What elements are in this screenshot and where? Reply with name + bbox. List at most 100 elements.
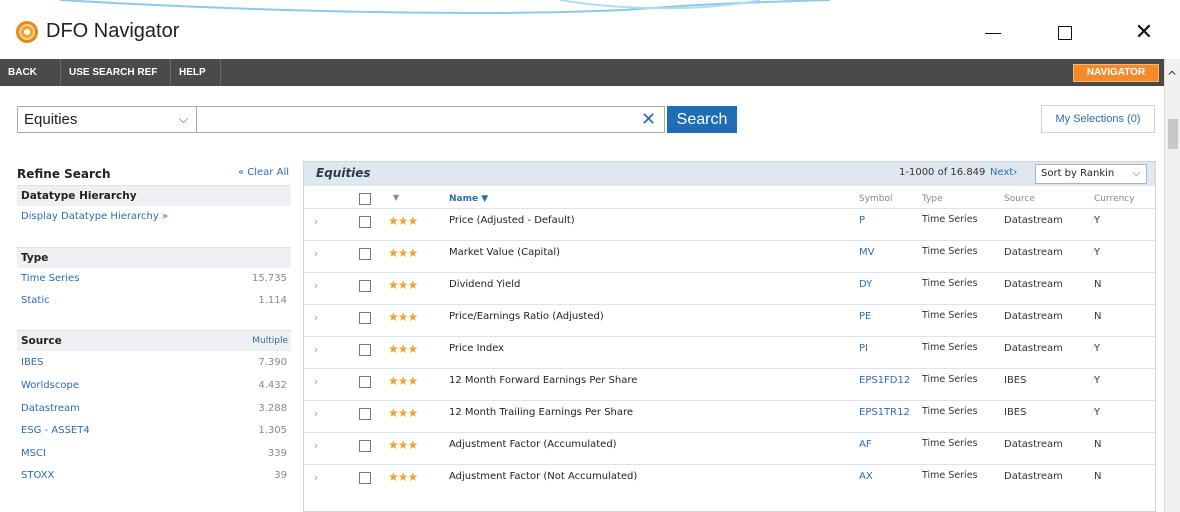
filter-worldscope[interactable]: Worldscope (21, 380, 79, 391)
row-name[interactable]: Price (Adjusted - Default) (449, 215, 575, 226)
rating-stars-icon: ★★★ (388, 214, 418, 228)
row-name[interactable]: Price/Earnings Ratio (Adjusted) (449, 311, 604, 322)
clear-all-link[interactable]: « Clear All (238, 167, 289, 178)
list-item[interactable]: Datastream 3.288 (17, 399, 291, 421)
row-symbol[interactable]: AF (859, 439, 872, 450)
my-selections-button[interactable]: My Selections (0) (1041, 105, 1155, 133)
filter-datastream[interactable]: Datastream (21, 403, 80, 414)
expand-row-icon[interactable]: › (314, 215, 318, 228)
table-row[interactable]: › ★★★ Price Index PI Time Series Datastream Y (304, 336, 1155, 367)
row-symbol[interactable]: EPS1FD12 (859, 375, 910, 386)
expand-row-icon[interactable]: › (314, 343, 318, 356)
row-name[interactable]: Adjustment Factor (Not Accumulated) (449, 471, 637, 482)
expand-row-icon[interactable]: › (314, 247, 318, 260)
row-name[interactable]: Dividend Yield (449, 279, 520, 290)
row-type: Time Series (922, 438, 978, 449)
table-row[interactable]: › ★★★ Dividend Yield DY Time Series Datastrea… (304, 272, 1155, 303)
row-name[interactable]: Price Index (449, 343, 504, 354)
vertical-scrollbar[interactable]: ^ (1164, 59, 1180, 512)
table-row[interactable]: › ★★★ Price (Adjusted - Default) P Time Seri… (304, 208, 1155, 239)
row-source: IBES (1004, 407, 1027, 418)
list-item[interactable]: Time Series 15.735 (17, 269, 291, 291)
list-item[interactable]: IBES 7.390 (17, 353, 291, 375)
row-checkbox[interactable] (359, 440, 371, 452)
window-title: DFO Navigator (46, 20, 180, 42)
section-type-label: Type (21, 252, 49, 264)
table-row[interactable]: › ★★★ 12 Month Forward Earnings Per Share E… (304, 368, 1155, 399)
results-header: Equities 1-1000 of 16.849 Next› Sort by … (304, 162, 1155, 186)
filter-time-series[interactable]: Time Series (21, 273, 79, 284)
row-type: Time Series (922, 342, 978, 353)
select-all-checkbox[interactable] (359, 193, 371, 205)
row-symbol[interactable]: DY (859, 279, 872, 290)
filter-static[interactable]: Static (21, 295, 50, 306)
row-checkbox[interactable] (359, 248, 371, 260)
search-button[interactable]: Search (667, 106, 737, 133)
list-item[interactable]: ESG - ASSET4 1.305 (17, 421, 291, 443)
expand-row-icon[interactable]: › (314, 471, 318, 484)
table-row[interactable]: › ★★★ 12 Month Trailing Earnings Per Share… (304, 400, 1155, 431)
row-checkbox[interactable] (359, 216, 371, 228)
expand-row-icon[interactable]: › (314, 407, 318, 420)
list-item[interactable]: Worldscope 4.432 (17, 376, 291, 398)
minimize-button[interactable] (975, 16, 1011, 50)
filter-stoxx[interactable]: STOXX (21, 470, 54, 481)
display-hierarchy-link[interactable]: Display Datatype Hierarchy » (21, 211, 168, 222)
name-column-header[interactable]: Name ▼ (449, 194, 488, 204)
expand-row-icon[interactable]: › (314, 311, 318, 324)
multiple-link[interactable]: Multiple (252, 331, 288, 351)
row-symbol[interactable]: MV (859, 247, 874, 258)
maximize-button[interactable] (1047, 16, 1083, 50)
row-name[interactable]: 12 Month Forward Earnings Per Share (449, 375, 637, 386)
help-button[interactable]: HELP (171, 59, 221, 86)
sort-dropdown[interactable]: Sort by Rankin ⌵ (1035, 164, 1147, 184)
section-type: Type (17, 247, 291, 268)
refine-search-panel: Refine Search « Clear All Datatype Hiera… (17, 160, 291, 512)
list-item[interactable]: STOXX 39 (17, 466, 291, 488)
next-page-link[interactable]: Next› (990, 167, 1017, 178)
row-source: Datastream (1004, 311, 1063, 322)
expand-row-icon[interactable]: › (314, 439, 318, 452)
use-search-ref-button[interactable]: USE SEARCH REF (61, 59, 171, 86)
back-button[interactable]: BACK (0, 59, 61, 86)
list-item[interactable]: Display Datatype Hierarchy » (17, 207, 291, 229)
row-checkbox[interactable] (359, 472, 371, 484)
table-row[interactable]: › ★★★ Adjustment Factor (Not Accumulated) A… (304, 464, 1155, 495)
category-dropdown[interactable]: Equities ⌵ (17, 106, 197, 133)
row-symbol[interactable]: AX (859, 471, 873, 482)
filter-esg-asset4[interactable]: ESG - ASSET4 (21, 425, 90, 436)
filter-ibes[interactable]: IBES (21, 357, 43, 368)
clear-search-icon[interactable]: ✕ (641, 107, 656, 132)
row-checkbox[interactable] (359, 408, 371, 420)
scroll-thumb[interactable] (1168, 119, 1178, 149)
table-row[interactable]: › ★★★ Market Value (Capital) MV Time Series D… (304, 240, 1155, 271)
section-source-label: Source (21, 335, 62, 347)
expand-row-icon[interactable]: › (314, 375, 318, 388)
row-name[interactable]: Market Value (Capital) (449, 247, 560, 258)
row-name[interactable]: 12 Month Trailing Earnings Per Share (449, 407, 633, 418)
row-currency: Y (1094, 407, 1101, 418)
row-name[interactable]: Adjustment Factor (Accumulated) (449, 439, 617, 450)
expand-row-icon[interactable]: › (314, 279, 318, 292)
filter-count: 1.114 (258, 295, 287, 306)
row-checkbox[interactable] (359, 376, 371, 388)
table-row[interactable]: › ★★★ Price/Earnings Ratio (Adjusted) PE Tim… (304, 304, 1155, 335)
table-row[interactable]: › ★★★ Adjustment Factor (Accumulated) AF Tim… (304, 432, 1155, 463)
section-datatype-hierarchy: Datatype Hierarchy (17, 185, 291, 206)
rating-stars-icon: ★★★ (388, 374, 418, 388)
row-symbol[interactable]: P (859, 215, 865, 226)
row-checkbox[interactable] (359, 344, 371, 356)
scroll-up-icon[interactable]: ^ (1167, 69, 1177, 83)
row-symbol[interactable]: EPS1TR12 (859, 407, 910, 418)
row-checkbox[interactable] (359, 280, 371, 292)
search-input[interactable] (197, 106, 665, 133)
row-checkbox[interactable] (359, 312, 371, 324)
rank-sort-header[interactable]: ▼ (393, 193, 399, 202)
close-button[interactable]: ✕ (1126, 16, 1162, 50)
list-item[interactable]: Static 1.114 (17, 291, 291, 313)
row-symbol[interactable]: PI (859, 343, 868, 354)
list-item[interactable]: MSCI 339 (17, 444, 291, 466)
navigator-badge[interactable]: NAVIGATOR (1073, 64, 1159, 82)
filter-msci[interactable]: MSCI (21, 448, 46, 459)
row-symbol[interactable]: PE (859, 311, 871, 322)
